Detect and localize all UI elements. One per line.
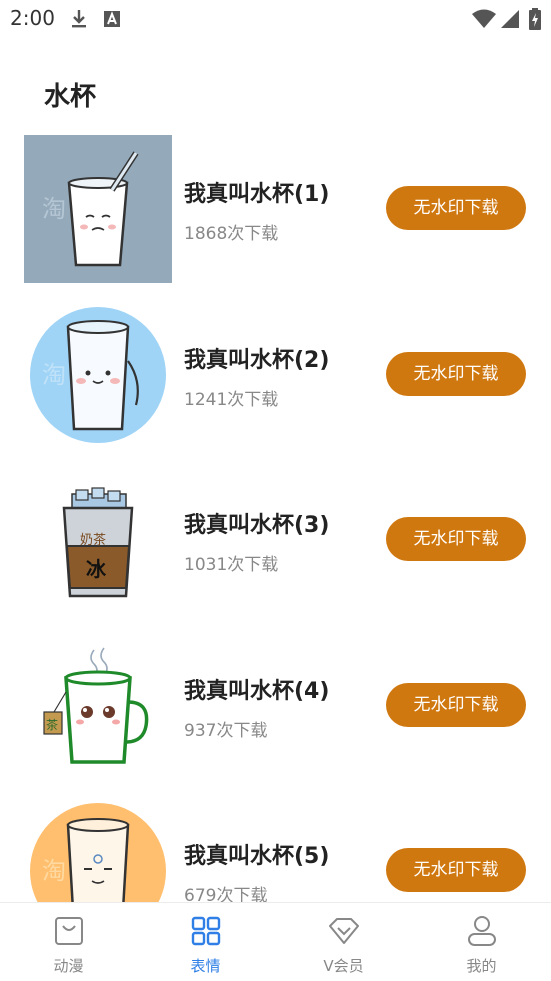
svg-text:茶: 茶 [46,717,58,732]
list-item[interactable]: 淘 漫 我真叫水杯(5) 679次下载 无水印下载 [0,796,551,902]
sticker-thumbnail[interactable]: 淘 漫 [24,301,172,449]
download-icon [68,8,90,34]
tab-label: 动漫 [53,957,84,975]
list-item[interactable]: 淘 漫 我真叫水杯(1) 1868次下载 无水印下载 [0,134,551,284]
person-icon [465,914,499,948]
download-count: 937次下载 [184,721,268,741]
download-count: 679次下载 [184,886,268,902]
list-item[interactable]: 奶茶 冰 我真叫水杯(3) 1031次下载 无水印下载 [0,465,551,615]
bag-icon [52,914,86,948]
svg-text:冰: 冰 [86,557,107,581]
no-watermark-download-button[interactable]: 无水印下载 [386,848,526,892]
sticker-thumbnail[interactable]: 奶茶 冰 [24,466,172,614]
keyboard-a-icon [103,8,121,34]
svg-text:奶茶: 奶茶 [80,532,106,548]
item-title: 我真叫水杯(1) [184,182,330,207]
tab-anime[interactable]: 动漫 [0,903,137,981]
tab-vip[interactable]: V会员 [275,903,412,981]
tab-mine[interactable]: 我的 [413,903,550,981]
sticker-pack-list[interactable]: 淘 漫 我真叫水杯(1) 1868次下载 无水印下载 淘 我真叫水杯(2) 12… [0,134,551,902]
download-count: 1031次下载 [184,555,279,575]
sticker-thumbnail[interactable]: 茶 [24,632,172,780]
page-title: 水杯 [44,82,97,112]
download-count: 1241次下载 [184,390,279,410]
item-title: 我真叫水杯(2) [184,348,330,373]
battery-icon [528,8,542,34]
tab-label: V会员 [323,957,364,975]
no-watermark-download-button[interactable]: 无水印下载 [386,517,526,561]
tab-label: 表情 [190,957,221,975]
download-count: 1868次下载 [184,224,279,244]
status-time: 2:00 [10,6,55,30]
sticker-thumbnail[interactable]: 淘 漫 [24,135,172,283]
signal-icon [499,8,521,34]
tab-stickers[interactable]: 表情 [137,903,274,981]
item-title: 我真叫水杯(4) [184,679,330,704]
bottom-navigation: 动漫 表情 V会员 我的 [0,902,551,981]
no-watermark-download-button[interactable]: 无水印下载 [386,683,526,727]
tab-label: 我的 [466,957,497,975]
sticker-thumbnail[interactable]: 淘 漫 [24,797,172,902]
diamond-icon [327,914,361,948]
list-item[interactable]: 淘 漫 我真叫水杯(2) 1241次下载 无水印下载 [0,300,551,450]
item-title: 我真叫水杯(3) [184,513,330,538]
no-watermark-download-button[interactable]: 无水印下载 [386,186,526,230]
item-title: 我真叫水杯(5) [184,844,330,869]
status-bar: 2:00 [0,0,551,38]
app-screen: 2:00 水杯 淘 漫 我真叫水杯(1) 1868次下载 无水印下载 淘 我真叫… [0,0,551,981]
grid-icon [189,914,223,948]
list-item[interactable]: 茶 我真叫水杯(4) 937次下载 无水印下载 [0,631,551,781]
wifi-icon [471,8,497,34]
no-watermark-download-button[interactable]: 无水印下载 [386,352,526,396]
